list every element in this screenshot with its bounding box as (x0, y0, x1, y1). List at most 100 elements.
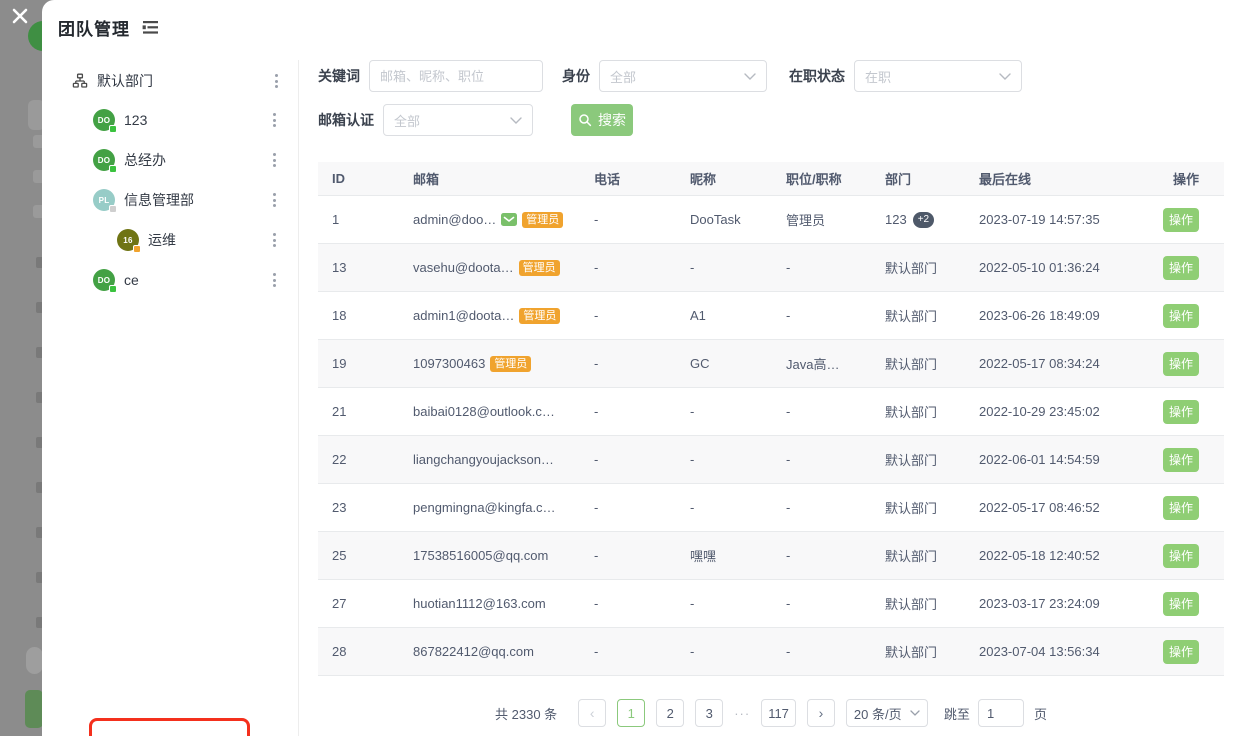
department-text: 默认部门 (885, 402, 937, 421)
sidebar-item-root-department[interactable]: 默认部门 (42, 66, 298, 96)
table-row: 21 baibai0128@outlook.c… - - - 默认部门 2022… (318, 388, 1224, 436)
sitemap-icon (72, 73, 88, 89)
department-text: 默认部门 (885, 594, 937, 613)
row-action-button[interactable]: 操作 (1163, 400, 1199, 424)
prev-page-button[interactable]: ‹ (578, 699, 606, 727)
email-text: pengmingna@kingfa.c… (413, 500, 556, 515)
cell-phone: - (594, 644, 690, 659)
more-menu-icon[interactable] (271, 70, 282, 92)
page-title: 团队管理 (58, 15, 130, 40)
cell-position: - (786, 452, 885, 467)
email-verify-select[interactable]: 全部 (383, 104, 533, 136)
cell-phone: - (594, 548, 690, 563)
email-text: 1097300463 (413, 356, 485, 371)
cell-nickname: - (690, 644, 786, 659)
cell-email: baibai0128@outlook.c… (413, 404, 594, 419)
verified-mail-icon (501, 213, 517, 226)
row-action-button[interactable]: 操作 (1163, 304, 1199, 328)
page-button-117[interactable]: 117 (761, 699, 796, 727)
admin-role-badge: 管理员 (522, 212, 563, 228)
background-button (25, 690, 43, 728)
department-status-badge (109, 285, 117, 293)
cell-email: huotian1112@163.com (413, 596, 594, 611)
cell-phone: - (594, 308, 690, 323)
pagination: 共 2330 条 ‹ 123···117 › 20 条/页 跳至 页 (318, 698, 1224, 728)
cell-position: 管理员 (786, 210, 885, 229)
cell-phone: - (594, 260, 690, 275)
chevron-down-icon (744, 73, 756, 80)
annotation-highlight-box (89, 718, 250, 736)
row-action-button[interactable]: 操作 (1163, 592, 1199, 616)
next-page-button[interactable]: › (807, 699, 835, 727)
sidebar-department-item[interactable]: DO 总经办 (42, 140, 298, 180)
column-header-position: 职位/职称 (786, 169, 885, 188)
cell-email: admin@doo… 管理员 (413, 212, 594, 228)
search-button-label: 搜索 (598, 110, 626, 130)
menu-unfold-icon[interactable] (140, 19, 160, 36)
department-label: 总经办 (124, 150, 166, 170)
email-text: admin1@doota… (413, 308, 514, 323)
page-ellipsis: ··· (734, 699, 750, 727)
cell-id: 18 (318, 308, 413, 323)
more-menu-icon[interactable] (269, 109, 280, 131)
admin-role-badge: 管理员 (490, 356, 531, 372)
divider (298, 60, 299, 736)
column-header-last-online: 最后在线 (979, 169, 1163, 188)
row-action-button[interactable]: 操作 (1163, 640, 1199, 664)
admin-role-badge: 管理员 (519, 260, 560, 276)
department-text: 默认部门 (885, 546, 937, 565)
row-action-button[interactable]: 操作 (1163, 352, 1199, 376)
row-action-button[interactable]: 操作 (1163, 544, 1199, 568)
table-row: 1 admin@doo… 管理员 - DooTask 管理员 123 +2 20… (318, 196, 1224, 244)
cell-id: 27 (318, 596, 413, 611)
department-avatar: DO (93, 149, 115, 171)
chevron-down-icon (910, 710, 920, 716)
row-action-button[interactable]: 操作 (1163, 496, 1199, 520)
close-icon[interactable] (10, 6, 30, 26)
employment-status-select[interactable]: 在职 (854, 60, 1022, 92)
sidebar-department-item[interactable]: DO 123 (42, 100, 298, 140)
table-row: 22 liangchangyoujackson… - - - 默认部门 2022… (318, 436, 1224, 484)
row-action-button[interactable]: 操作 (1163, 448, 1199, 472)
identity-select[interactable]: 全部 (599, 60, 767, 92)
email-text: baibai0128@outlook.c… (413, 404, 555, 419)
identity-select-value: 全部 (610, 67, 636, 86)
department-status-badge (109, 125, 117, 133)
page-button-1[interactable]: 1 (617, 699, 645, 727)
table-row: 25 17538516005@qq.com - 嘿嘿 - 默认部门 2022-0… (318, 532, 1224, 580)
cell-phone: - (594, 212, 690, 227)
department-label: ce (124, 272, 139, 288)
department-avatar: DO (93, 109, 115, 131)
department-text: 默认部门 (885, 306, 937, 325)
page-button-2[interactable]: 2 (656, 699, 684, 727)
cell-nickname: - (690, 404, 786, 419)
more-menu-icon[interactable] (269, 149, 280, 171)
column-header-nickname: 昵称 (690, 169, 786, 188)
row-action-button[interactable]: 操作 (1163, 256, 1199, 280)
more-menu-icon[interactable] (269, 229, 280, 251)
department-text: 默认部门 (885, 354, 937, 373)
table-row: 19 1097300463 管理员 - GC Java高… 默认部门 2022-… (318, 340, 1224, 388)
panel-header: 团队管理 (58, 15, 160, 40)
more-menu-icon[interactable] (269, 189, 280, 211)
page-button-3[interactable]: 3 (695, 699, 723, 727)
jump-to-page-input[interactable] (978, 699, 1024, 727)
email-text: vasehu@doota… (413, 260, 514, 275)
cell-position: - (786, 404, 885, 419)
cell-id: 1 (318, 212, 413, 227)
column-header-email: 邮箱 (413, 169, 594, 188)
department-avatar: PL (93, 189, 115, 211)
keyword-input[interactable] (369, 60, 543, 92)
department-avatar: 16 (117, 229, 139, 251)
sidebar-department-item[interactable]: PL 信息管理部 (42, 180, 298, 220)
search-button[interactable]: 搜索 (571, 104, 633, 136)
table-row: 23 pengmingna@kingfa.c… - - - 默认部门 2022-… (318, 484, 1224, 532)
page-size-select[interactable]: 20 条/页 (846, 699, 928, 727)
row-action-button[interactable]: 操作 (1163, 208, 1199, 232)
email-verify-label: 邮箱认证 (318, 110, 374, 130)
sidebar-department-item[interactable]: DO ce (42, 260, 298, 300)
jump-to-label: 跳至 (944, 704, 970, 723)
email-verify-value: 全部 (394, 111, 420, 130)
sidebar-department-item[interactable]: 16 运维 (42, 220, 298, 260)
more-menu-icon[interactable] (269, 269, 280, 291)
